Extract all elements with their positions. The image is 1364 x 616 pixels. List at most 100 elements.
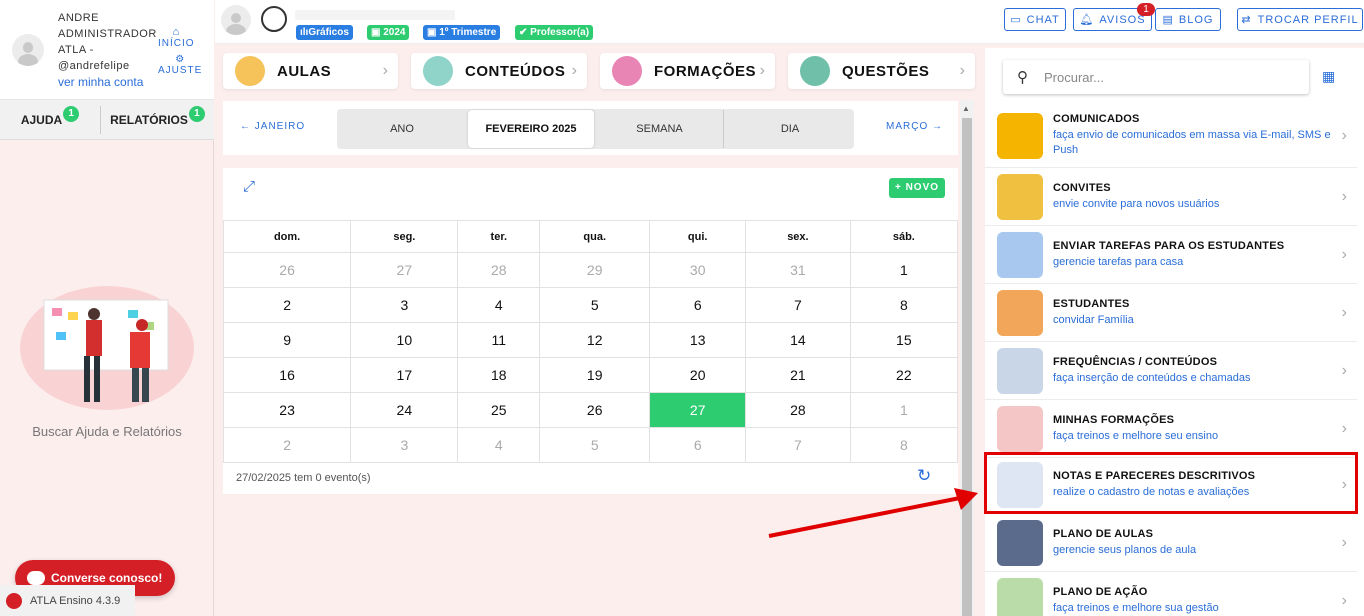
next-month-button[interactable]: MARÇO → <box>886 121 943 132</box>
envelope-icon <box>997 112 1043 159</box>
version-badge: ATLA Ensino 4.3.9 <box>0 585 135 616</box>
calendar-icon: ▣ <box>371 27 384 38</box>
expand-icon[interactable]: ⤢ <box>243 178 255 195</box>
avatar[interactable] <box>12 34 44 66</box>
day-cell[interactable]: 1 <box>849 252 959 288</box>
view-account-link[interactable]: ver minha conta <box>58 75 143 89</box>
day-cell[interactable]: 26 <box>222 252 352 288</box>
day-cell[interactable]: 19 <box>539 357 651 393</box>
view-week[interactable]: SEMANA <box>596 110 724 148</box>
day-cell[interactable]: 2 <box>222 287 352 323</box>
card-conteudos[interactable]: CONTEÚDOS › <box>411 53 587 89</box>
tab-ajuda[interactable]: AJUDA 1 <box>0 100 100 140</box>
menu-title: PLANO DE AÇÃO <box>1053 586 1148 598</box>
day-cell[interactable]: 21 <box>745 357 851 393</box>
year-pill[interactable]: ▣ 2024 <box>367 25 410 40</box>
day-cell[interactable]: 27 <box>350 252 459 288</box>
switch-profile-button[interactable]: ⇄ TROCAR PERFIL <box>1237 8 1363 31</box>
day-cell[interactable]: 18 <box>457 357 541 393</box>
new-event-button[interactable]: + NOVO <box>889 178 945 198</box>
atla-logo-icon <box>6 592 22 609</box>
search-input[interactable]: Procurar... <box>1044 70 1104 85</box>
view-month[interactable]: FEVEREIRO 2025 <box>468 110 594 148</box>
day-cell[interactable]: 28 <box>457 252 541 288</box>
day-cell[interactable]: 20 <box>649 357 747 393</box>
day-cell[interactable]: 31 <box>745 252 851 288</box>
search-box[interactable]: ⚲ Procurar... <box>1003 60 1309 94</box>
day-cell[interactable]: 4 <box>457 287 541 323</box>
home-link[interactable]: ⌂ INÍCIO <box>158 26 195 49</box>
help-tabs: AJUDA 1 RELATÓRIOS 1 <box>0 100 214 140</box>
scroll-up-icon[interactable]: ▲ <box>962 104 970 113</box>
action-plan-icon <box>997 578 1043 616</box>
card-questoes[interactable]: QUESTÕES › <box>788 53 975 89</box>
role-pill[interactable]: ✔ Professor(a) <box>515 25 594 40</box>
settings-link[interactable]: ⚙ AJUSTE <box>158 54 202 76</box>
menu-title: ESTUDANTES <box>1053 297 1130 310</box>
day-cell[interactable]: 24 <box>350 392 459 428</box>
menu-plano-acao[interactable]: PLANO DE AÇÃO faça treinos e melhore sua … <box>985 572 1357 616</box>
menu-comunicados[interactable]: COMUNICADOS faça envio de comunicados em … <box>985 104 1357 168</box>
avisos-label: AVISOS <box>1099 13 1146 26</box>
chevron-right-icon: › <box>1341 533 1347 551</box>
day-cell[interactable]: 4 <box>457 427 541 463</box>
day-cell[interactable]: 14 <box>745 322 851 358</box>
day-cell[interactable]: 28 <box>745 392 851 428</box>
day-cell[interactable]: 3 <box>350 287 459 323</box>
day-cell[interactable]: 3 <box>350 427 459 463</box>
tasks-icon <box>997 231 1043 278</box>
gear-icon: ⚙ <box>175 54 186 65</box>
menu-tarefas[interactable]: ENVIAR TAREFAS PARA OS ESTUDANTES gerenci… <box>985 226 1357 284</box>
chat-button[interactable]: ▭ CHAT <box>1004 8 1066 31</box>
view-year[interactable]: ANO <box>338 110 466 148</box>
school-name-blurred <box>295 10 455 20</box>
card-formacoes[interactable]: FORMAÇÕES › <box>600 53 775 89</box>
day-cell-today[interactable]: 27 <box>649 392 747 428</box>
day-cell[interactable]: 1 <box>849 392 959 428</box>
menu-title: COMUNICADOS <box>1053 113 1140 125</box>
day-cell[interactable]: 5 <box>539 427 651 463</box>
day-cell[interactable]: 10 <box>350 322 459 358</box>
certificate-icon <box>997 405 1043 452</box>
graficos-pill[interactable]: ılıGráficos <box>296 25 353 40</box>
card-aulas[interactable]: AULAS › <box>223 53 398 89</box>
day-cell[interactable]: 6 <box>649 287 747 323</box>
day-cell[interactable]: 9 <box>222 322 352 358</box>
blog-button[interactable]: ▤ BLOG <box>1155 8 1221 31</box>
term-pill[interactable]: ▣ 1º Trimestre <box>423 25 501 40</box>
day-cell[interactable]: 16 <box>222 357 352 393</box>
menu-convites[interactable]: CONVITES envie convite para novos usuário… <box>985 168 1357 226</box>
day-cell[interactable]: 7 <box>745 427 851 463</box>
day-cell[interactable]: 2 <box>222 427 352 463</box>
day-cell[interactable]: 30 <box>649 252 747 288</box>
menu-frequencias[interactable]: FREQUÊNCIAS / CONTEÚDOS faça inserção de … <box>985 342 1357 400</box>
grid-view-icon[interactable]: ▦ <box>1322 68 1335 85</box>
tab-relatorios[interactable]: RELATÓRIOS 1 <box>101 100 214 140</box>
day-cell[interactable]: 23 <box>222 392 352 428</box>
day-cell[interactable]: 5 <box>539 287 651 323</box>
view-day[interactable]: DIA <box>726 110 854 148</box>
prev-month-button[interactable]: ← JANEIRO <box>240 121 305 132</box>
day-cell[interactable]: 8 <box>849 287 959 323</box>
day-cell[interactable]: 15 <box>849 322 959 358</box>
graficos-label: Gráficos <box>308 27 349 38</box>
menu-formacoes[interactable]: MINHAS FORMAÇÕES faça treinos e melhore s… <box>985 400 1357 458</box>
day-cell[interactable]: 6 <box>649 427 747 463</box>
day-cell[interactable]: 13 <box>649 322 747 358</box>
day-cell[interactable]: 12 <box>539 322 651 358</box>
menu-plano-aulas[interactable]: PLANO DE AULAS gerencie seus planos de au… <box>985 514 1357 572</box>
week-row: 23 24 25 26 27 28 1 <box>222 392 959 428</box>
chat-bubble-icon <box>27 571 45 585</box>
day-cell[interactable]: 8 <box>849 427 959 463</box>
day-cell[interactable]: 22 <box>849 357 959 393</box>
day-cell[interactable]: 11 <box>457 322 541 358</box>
day-cell[interactable]: 17 <box>350 357 459 393</box>
day-cell[interactable]: 7 <box>745 287 851 323</box>
day-cell[interactable]: 26 <box>539 392 651 428</box>
chevron-right-icon: › <box>1341 245 1347 263</box>
menu-title: CONVITES <box>1053 181 1111 194</box>
day-cell[interactable]: 25 <box>457 392 541 428</box>
day-cell[interactable]: 29 <box>539 252 651 288</box>
menu-estudantes[interactable]: ESTUDANTES convidar Família › <box>985 284 1357 342</box>
checklist-clock-icon <box>997 347 1043 394</box>
